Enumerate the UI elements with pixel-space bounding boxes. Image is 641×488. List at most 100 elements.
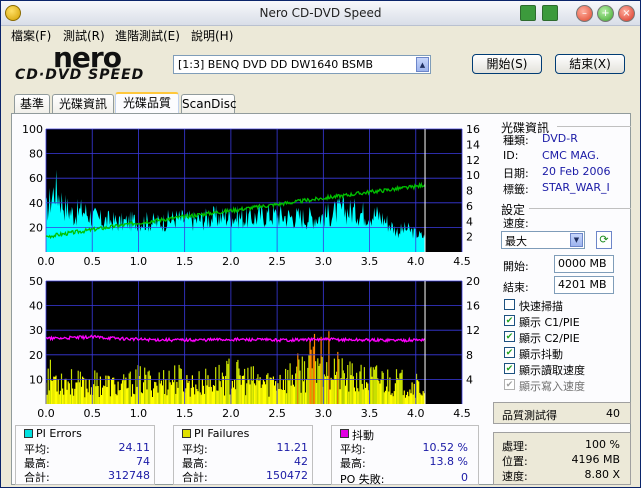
pi-errors-title: PI Errors	[36, 427, 82, 440]
option-label: 顯示寫入速度	[519, 380, 585, 393]
disc-tag-label: 標籤:	[503, 183, 529, 196]
pi-failures-total-label: 合計:	[182, 471, 208, 484]
tab-disc-info[interactable]: 光碟資訊	[52, 94, 114, 113]
end-field[interactable]: 4201 MB	[554, 276, 614, 294]
option-checkbox[interactable]	[504, 299, 515, 310]
x-tick-label: 4.5	[453, 255, 471, 268]
x-tick-label: 2.0	[222, 255, 240, 268]
disc-type-value: DVD-R	[542, 132, 578, 145]
y2-tick-label: 4	[466, 373, 473, 386]
copy-icon[interactable]	[520, 5, 536, 21]
option-checkbox[interactable]: ✔	[504, 347, 515, 358]
refresh-icon[interactable]: ⟳	[596, 231, 612, 249]
tab-disc-quality[interactable]: 光碟品質	[115, 92, 179, 114]
y-tick-label: 20	[29, 221, 43, 234]
pi-errors-total: 312748	[108, 469, 150, 482]
disc-id-value: CMC MAG.	[542, 149, 600, 162]
y-tick-label: 80	[29, 148, 43, 161]
menu-help[interactable]: 說明(H)	[191, 27, 233, 44]
y2-tick-label: 4	[466, 215, 473, 228]
tab-scandisc[interactable]: ScanDisc	[181, 94, 237, 113]
jitter-max-label: 最高:	[340, 457, 366, 470]
pi-errors-total-label: 合計:	[24, 471, 50, 484]
x-tick-label: 0.5	[83, 255, 101, 268]
exit-button[interactable]: 結束(X)	[555, 54, 625, 74]
save-icon[interactable]	[542, 5, 558, 21]
y2-tick-label: 6	[466, 200, 473, 213]
start-field[interactable]: 0000 MB	[554, 255, 614, 273]
status-label: 處理:	[502, 440, 528, 453]
pi-errors-max: 74	[136, 455, 150, 468]
x-tick-label: 0.0	[37, 255, 55, 268]
option-checkbox[interactable]: ✔	[504, 315, 515, 326]
x-tick-label: 0.5	[83, 407, 101, 420]
menu-file[interactable]: 檔案(F)	[11, 27, 51, 44]
y2-tick-label: 2	[466, 231, 473, 244]
y2-tick-label: 16	[466, 300, 480, 313]
option-label: 快速掃描	[519, 300, 563, 313]
x-tick-label: 2.0	[222, 407, 240, 420]
disc-date-value: 20 Feb 2006	[542, 165, 611, 178]
cd-dvd-speed-logo: CD·DVD SPEED	[15, 67, 145, 83]
x-tick-label: 0.0	[37, 407, 55, 420]
minimize-button[interactable]: –	[576, 5, 593, 22]
y2-tick-label: 16	[466, 123, 480, 136]
pi-failures-box: PI Failures 平均: 11.21 最高: 42 合計: 150472	[173, 425, 313, 485]
po-failures-label: PO 失敗:	[340, 473, 385, 486]
pi-errors-avg: 24.11	[118, 441, 151, 454]
drive-select-value: [1:3] BENQ DVD DD DW1640 BSMB	[178, 58, 374, 71]
option-checkbox[interactable]: ✔	[504, 331, 515, 342]
jitter-swatch	[340, 429, 349, 438]
x-tick-label: 3.0	[315, 255, 333, 268]
chevron-down-icon[interactable]: ▼	[570, 233, 583, 247]
y2-tick-label: 12	[466, 324, 480, 337]
pi-errors-chart: 0.0 0.5 1.0 1.5 2.0 2.5 3.0 3.5 4.0 4.5 20 40 60 80 10…	[22, 123, 480, 268]
speed-select[interactable]: 最大 ▼	[501, 231, 585, 249]
y-tick-label: 60	[29, 172, 43, 185]
pi-failures-total: 150472	[266, 469, 308, 482]
tab-benchmark[interactable]: 基準	[14, 94, 50, 113]
end-label: 結束:	[503, 281, 529, 294]
close-button[interactable]: ×	[618, 5, 635, 22]
option-checkbox[interactable]: ✔	[504, 363, 515, 374]
x-tick-label: 3.5	[361, 255, 379, 268]
x-tick-label: 2.5	[268, 255, 286, 268]
start-button[interactable]: 開始(S)	[472, 54, 542, 74]
x-tick-label: 1.5	[176, 407, 194, 420]
read-speed-label: 速度:	[502, 470, 528, 483]
chevron-down-icon[interactable]: ▲	[416, 57, 429, 72]
disc-type-label: 種類:	[503, 134, 529, 147]
y2-tick-label: 14	[466, 138, 480, 151]
option-checkbox[interactable]: ✔	[504, 379, 515, 390]
x-tick-label: 4.5	[453, 407, 471, 420]
pi-failures-avg: 11.21	[276, 441, 309, 454]
divider	[529, 208, 631, 209]
disc-id-label: ID:	[503, 149, 519, 162]
x-tick-label: 2.5	[268, 407, 286, 420]
option-label: 顯示 C2/PIE	[519, 332, 580, 345]
y2-tick-label: 8	[466, 349, 473, 362]
pi-errors-swatch	[24, 429, 33, 438]
po-failures-value: 0	[461, 471, 468, 484]
maximize-button[interactable]: +	[597, 5, 614, 22]
drive-select[interactable]: [1:3] BENQ DVD DD DW1640 BSMB ▲	[173, 55, 431, 74]
pi-failures-title: PI Failures	[194, 427, 250, 440]
y2-tick-label: 10	[466, 169, 480, 182]
x-tick-label: 1.0	[130, 255, 148, 268]
x-tick-label: 3.0	[315, 407, 333, 420]
jitter-max: 13.8 %	[429, 455, 468, 468]
menu-advanced[interactable]: 進階測試(E)	[115, 27, 180, 44]
x-tick-label: 1.0	[130, 407, 148, 420]
title-bar[interactable]: Nero CD-DVD Speed – + ×	[1, 1, 640, 26]
y2-tick-label: 8	[466, 185, 473, 198]
read-speed-value: 8.80 X	[584, 468, 620, 481]
option-label: 顯示抖動	[519, 348, 563, 361]
pi-failures-max: 42	[294, 455, 308, 468]
quality-box: 品質測試得 40	[493, 402, 631, 424]
start-label: 開始:	[503, 260, 529, 273]
speed-select-value: 最大	[505, 235, 527, 248]
pi-errors-box: PI Errors 平均: 24.11 最高: 74 合計: 312748	[15, 425, 155, 485]
quality-label: 品質測試得	[502, 409, 557, 422]
speed-label: 速度:	[503, 217, 529, 230]
quality-score: 40	[606, 407, 620, 420]
